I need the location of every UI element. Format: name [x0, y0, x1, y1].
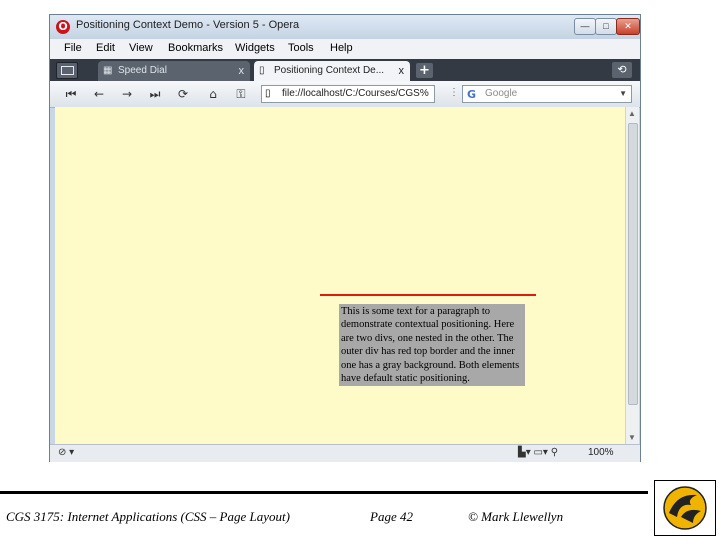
- fast-forward-icon[interactable]: ⏭: [144, 85, 166, 103]
- search-field[interactable]: G Google ▼: [462, 85, 632, 103]
- menu-edit[interactable]: Edit: [96, 42, 115, 54]
- panel-toggle-icon[interactable]: [56, 62, 78, 79]
- rewind-icon[interactable]: ⏮: [60, 85, 82, 103]
- maximize-button[interactable]: □: [595, 18, 617, 35]
- google-icon: G: [467, 88, 477, 101]
- scroll-thumb[interactable]: [628, 123, 638, 405]
- status-bar: ⊘ ▾ ▙▾ ▭▾ ⚲ 100%: [50, 444, 640, 462]
- navigation-toolbar: ⏮ ← → ⏭ ⟳ ⌂ ⚿ ▯ file://localhost/C:/Cour…: [50, 81, 640, 108]
- page-icon: ▯: [265, 88, 271, 99]
- scroll-up-icon[interactable]: ▲: [628, 109, 636, 118]
- page-viewport: This is some text for a paragraph to dem…: [55, 107, 625, 444]
- footer-page-number: Page 42: [370, 509, 413, 524]
- tab-label: Speed Dial: [118, 65, 167, 76]
- page-icon: ▯: [259, 65, 265, 76]
- menu-tools[interactable]: Tools: [288, 42, 314, 54]
- tab-close-icon[interactable]: x: [399, 61, 405, 81]
- tab-label: Positioning Context De...: [274, 65, 385, 76]
- key-icon[interactable]: ⚿: [230, 85, 252, 103]
- chevron-down-icon[interactable]: ▼: [619, 89, 627, 98]
- back-icon[interactable]: ←: [88, 85, 110, 103]
- scroll-down-icon[interactable]: ▼: [628, 433, 636, 442]
- resize-handle-icon[interactable]: ⋮: [449, 87, 459, 98]
- forward-icon[interactable]: →: [116, 85, 138, 103]
- zoom-level[interactable]: 100%: [588, 447, 614, 458]
- outer-div-red-border: [320, 294, 536, 296]
- menu-bookmarks[interactable]: Bookmarks: [168, 42, 223, 54]
- minimize-button[interactable]: —: [574, 18, 596, 35]
- tab-close-icon[interactable]: x: [239, 61, 245, 81]
- grid-icon: ▦: [103, 65, 113, 76]
- speed-icon[interactable]: ⊘ ▾: [58, 447, 74, 458]
- menu-widgets[interactable]: Widgets: [235, 42, 275, 54]
- search-placeholder: Google: [485, 88, 518, 99]
- new-tab-button[interactable]: +: [416, 63, 433, 78]
- ucf-pegasus-logo: [654, 480, 716, 536]
- footer-course: CGS 3175: Internet Applications (CSS – P…: [6, 509, 290, 524]
- menu-bar: File Edit View Bookmarks Widgets Tools H…: [50, 39, 640, 60]
- status-icons[interactable]: ▙▾ ▭▾ ⚲: [518, 447, 558, 458]
- footer-author: © Mark Llewellyn: [468, 509, 564, 524]
- inner-div-paragraph: This is some text for a paragraph to dem…: [339, 304, 525, 387]
- menu-view[interactable]: View: [129, 42, 153, 54]
- address-text: file://localhost/C:/Courses/CGS%: [282, 88, 429, 99]
- vertical-scrollbar[interactable]: ▲ ▼: [625, 107, 639, 444]
- tab-speed-dial[interactable]: ▦ Speed Dial x: [98, 61, 250, 81]
- opera-logo-icon[interactable]: O: [56, 20, 70, 34]
- tab-positioning-demo[interactable]: ▯ Positioning Context De... x: [254, 61, 410, 81]
- title-bar: O Positioning Context Demo - Version 5 -…: [50, 15, 640, 39]
- address-bar[interactable]: ▯ file://localhost/C:/Courses/CGS%: [261, 85, 435, 103]
- close-button[interactable]: ✕: [616, 18, 640, 35]
- window-title: Positioning Context Demo - Version 5 - O…: [76, 19, 300, 31]
- menu-file[interactable]: File: [64, 42, 82, 54]
- home-icon[interactable]: ⌂: [202, 85, 224, 103]
- footer-divider: [0, 491, 648, 494]
- tab-bar: ▦ Speed Dial x ▯ Positioning Context De.…: [50, 59, 640, 81]
- browser-window: O Positioning Context Demo - Version 5 -…: [49, 14, 641, 462]
- menu-help[interactable]: Help: [330, 42, 353, 54]
- trash-icon[interactable]: ⟲: [612, 62, 632, 78]
- reload-icon[interactable]: ⟳: [172, 85, 194, 103]
